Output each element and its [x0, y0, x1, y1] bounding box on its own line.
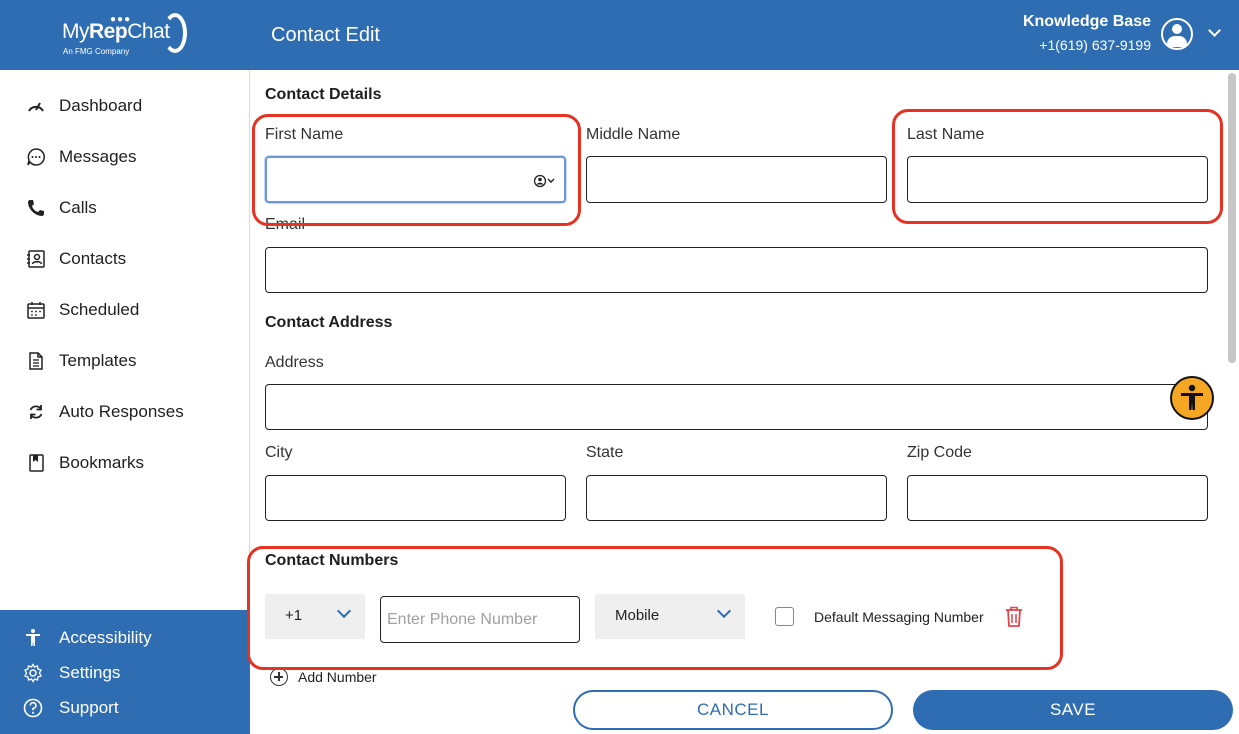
- sidebar-item-calls[interactable]: Calls: [0, 182, 250, 233]
- contact-numbers-title: Contact Numbers: [265, 552, 399, 569]
- calendar-icon: [25, 299, 47, 321]
- sidebar-item-support[interactable]: Support: [0, 690, 250, 725]
- plus-circle-icon: [270, 668, 288, 686]
- add-number-button[interactable]: Add Number: [270, 668, 377, 686]
- trash-icon[interactable]: [1004, 606, 1024, 628]
- default-messaging-checkbox[interactable]: [775, 607, 794, 626]
- zip-code-input[interactable]: [907, 475, 1208, 521]
- default-messaging-label: Default Messaging Number: [814, 609, 984, 625]
- autofill-contact-icon[interactable]: [534, 173, 556, 189]
- refresh-icon: [25, 401, 47, 423]
- page-title: Contact Edit: [271, 24, 380, 46]
- speedometer-icon: [25, 95, 47, 117]
- avatar-icon[interactable]: [1161, 18, 1193, 50]
- sidebar-item-messages[interactable]: Messages: [0, 131, 250, 182]
- country-code-select[interactable]: +1: [265, 594, 365, 639]
- sidebar-item-label: Accessibility: [59, 627, 152, 647]
- sidebar-item-dashboard[interactable]: Dashboard: [0, 80, 250, 131]
- top-header: Contact Edit Knowledge Base +1(619) 637-…: [250, 0, 1239, 70]
- country-code-value: +1: [285, 607, 303, 624]
- sidebar-item-label: Auto Responses: [59, 401, 184, 421]
- sidebar-bottom: Accessibility Settings Support: [0, 610, 250, 734]
- sidebar-item-templates[interactable]: Templates: [0, 335, 250, 386]
- app-root: ●●● MyRepChat An FMG Company Dashboard M…: [0, 0, 1239, 734]
- first-name-input[interactable]: [265, 156, 566, 203]
- last-name-label: Last Name: [907, 126, 985, 143]
- middle-name-label: Middle Name: [586, 126, 681, 143]
- logo-wordmark: MyRepChat: [62, 20, 170, 43]
- contact-details-title: Contact Details: [265, 86, 382, 103]
- sidebar-item-label: Calls: [59, 197, 97, 217]
- chevron-down-icon: [336, 603, 352, 619]
- city-label: City: [265, 444, 293, 461]
- accessibility-widget-button[interactable]: [1170, 376, 1214, 420]
- phone-number-placeholder: Enter Phone Number: [387, 611, 538, 628]
- contact-edit-form: Contact Details First Name Middle Name L…: [247, 70, 1239, 734]
- logo-subtitle: An FMG Company: [63, 47, 130, 56]
- zip-code-label: Zip Code: [907, 444, 972, 461]
- last-name-input[interactable]: [907, 156, 1208, 203]
- sidebar-item-label: Messages: [59, 146, 137, 166]
- email-input[interactable]: [265, 247, 1208, 293]
- accessibility-icon: [22, 627, 44, 649]
- sidebar-item-auto-responses[interactable]: Auto Responses: [0, 386, 250, 437]
- contact-address-title: Contact Address: [265, 314, 393, 331]
- state-input[interactable]: [586, 475, 887, 521]
- add-number-label: Add Number: [298, 669, 377, 685]
- sidebar-item-label: Bookmarks: [59, 452, 145, 472]
- chat-bubble-icon: [25, 146, 47, 168]
- sidebar-item-accessibility[interactable]: Accessibility: [0, 620, 250, 655]
- logo-arc: [163, 13, 187, 53]
- help-icon: [22, 697, 44, 719]
- vertical-scrollbar[interactable]: [1228, 73, 1236, 363]
- phone-type-select[interactable]: Mobile: [595, 594, 745, 639]
- state-label: State: [586, 444, 624, 461]
- sidebar-item-label: Contacts: [59, 248, 127, 268]
- email-label: Email: [265, 216, 306, 233]
- bookmark-icon: [25, 452, 47, 474]
- phone-icon: [25, 197, 47, 219]
- logo[interactable]: ●●● MyRepChat An FMG Company: [0, 0, 250, 70]
- contact-card-icon: [25, 248, 47, 270]
- address-input[interactable]: [265, 384, 1208, 430]
- sidebar-item-label: Support: [59, 697, 119, 717]
- phone-type-value: Mobile: [615, 607, 660, 624]
- save-button[interactable]: SAVE: [913, 690, 1233, 730]
- sidebar-nav: Dashboard Messages Calls Contacts Schedu…: [0, 80, 250, 488]
- sidebar-item-bookmarks[interactable]: Bookmarks: [0, 437, 250, 488]
- sidebar-item-contacts[interactable]: Contacts: [0, 233, 250, 284]
- accessibility-icon: [1181, 384, 1203, 410]
- gear-icon: [22, 662, 44, 684]
- sidebar-item-label: Scheduled: [59, 299, 140, 319]
- middle-name-input[interactable]: [586, 156, 887, 203]
- sidebar-item-scheduled[interactable]: Scheduled: [0, 284, 250, 335]
- sidebar-item-settings[interactable]: Settings: [0, 655, 250, 690]
- city-input[interactable]: [265, 475, 566, 521]
- document-icon: [25, 350, 47, 372]
- account-name[interactable]: Knowledge Base: [1023, 13, 1151, 31]
- sidebar-item-label: Templates: [59, 350, 137, 370]
- chevron-down-icon: [716, 603, 732, 619]
- chevron-down-icon[interactable]: [1208, 24, 1221, 37]
- sidebar: ●●● MyRepChat An FMG Company Dashboard M…: [0, 0, 250, 734]
- first-name-label: First Name: [265, 126, 344, 143]
- cancel-button[interactable]: CANCEL: [573, 690, 893, 730]
- address-label: Address: [265, 354, 324, 371]
- account-phone: +1(619) 637-9199: [1039, 37, 1151, 53]
- sidebar-item-label: Settings: [59, 662, 121, 682]
- phone-number-input[interactable]: Enter Phone Number: [380, 596, 580, 643]
- sidebar-item-label: Dashboard: [59, 95, 143, 115]
